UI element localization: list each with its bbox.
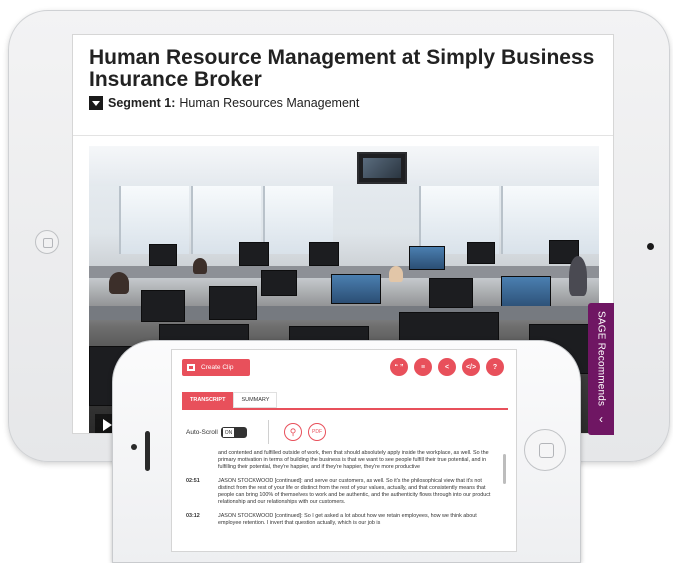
tablet-camera bbox=[647, 243, 654, 250]
autoscroll-control: Auto-Scroll ON bbox=[186, 427, 247, 438]
video-frame-monitor bbox=[309, 242, 339, 266]
segment-selector[interactable]: Segment 1: Human Resources Management bbox=[89, 96, 359, 110]
search-icon[interactable]: ⚲ bbox=[284, 423, 302, 441]
create-clip-label: Create Clip bbox=[201, 364, 234, 371]
video-frame-tv bbox=[357, 152, 407, 184]
transcript-panel: and contented and fulfilled outside of w… bbox=[186, 450, 502, 551]
divider bbox=[268, 420, 269, 444]
transcript-text: and contented and fulfilled outside of w… bbox=[218, 450, 489, 470]
video-frame-monitor bbox=[409, 246, 445, 270]
video-frame-monitor bbox=[149, 244, 177, 266]
video-title: Human Resource Management at Simply Busi… bbox=[89, 46, 595, 91]
tab-bar: TRANSCRIPT SUMMARY bbox=[182, 392, 278, 408]
video-frame-ceiling bbox=[89, 146, 599, 186]
sage-recommends-tab[interactable]: SAGE Recommends ‹ bbox=[588, 303, 614, 435]
phone-camera bbox=[131, 444, 137, 450]
toolbar: “ ” ≡ < </> ? bbox=[390, 358, 510, 376]
video-frame-person bbox=[193, 258, 207, 274]
transcript-row: and contented and fulfilled outside of w… bbox=[186, 450, 502, 471]
list-icon[interactable]: ≡ bbox=[414, 358, 432, 376]
transcript-text: JASON STOCKWOOD [continued]: and serve o… bbox=[218, 478, 491, 505]
share-icon[interactable]: < bbox=[438, 358, 456, 376]
video-frame-person bbox=[109, 272, 129, 294]
video-frame-monitor bbox=[141, 290, 185, 322]
transcript-time[interactable] bbox=[186, 450, 218, 471]
transcript-text: JASON STOCKWOOD [continued]: So I get as… bbox=[218, 513, 477, 526]
pdf-icon[interactable]: PDF bbox=[308, 423, 326, 441]
video-frame-monitor bbox=[331, 274, 381, 304]
tab-summary[interactable]: SUMMARY bbox=[233, 392, 278, 408]
transcript-time[interactable]: 03:12 bbox=[186, 513, 218, 527]
chevron-down-icon[interactable] bbox=[89, 96, 103, 110]
video-frame-monitor bbox=[239, 242, 269, 266]
autoscroll-label: Auto-Scroll bbox=[186, 429, 218, 436]
tab-underline bbox=[182, 408, 508, 410]
transcript-row: 02:51 JASON STOCKWOOD [continued]: and s… bbox=[186, 478, 502, 506]
autoscroll-toggle[interactable]: ON bbox=[220, 427, 247, 438]
transcript-row: 03:12 JASON STOCKWOOD [continued]: So I … bbox=[186, 513, 502, 527]
phone-home-button[interactable] bbox=[524, 429, 566, 471]
video-frame-monitor bbox=[501, 276, 551, 310]
tab-transcript[interactable]: TRANSCRIPT bbox=[182, 392, 234, 408]
create-clip-button[interactable]: Create Clip bbox=[182, 359, 250, 376]
video-frame-person bbox=[389, 266, 403, 282]
tablet-home-button[interactable] bbox=[35, 230, 59, 254]
sage-recommends-label: SAGE Recommends bbox=[595, 311, 607, 407]
video-frame-monitor bbox=[467, 242, 495, 264]
video-frame-person bbox=[569, 256, 587, 296]
segment-name: Human Resources Management bbox=[179, 96, 360, 110]
video-frame-monitor bbox=[209, 286, 257, 320]
phone-screen: Create Clip “ ” ≡ < </> ? TRANSCRIPT SUM… bbox=[171, 349, 517, 552]
quote-icon[interactable]: “ ” bbox=[390, 358, 408, 376]
video-frame-monitor bbox=[261, 270, 297, 296]
scrollbar[interactable] bbox=[503, 454, 506, 484]
divider bbox=[73, 135, 613, 136]
video-frame-monitor bbox=[429, 278, 473, 308]
transcript-time[interactable]: 02:51 bbox=[186, 478, 218, 506]
chevron-left-icon: ‹ bbox=[599, 412, 603, 426]
clip-icon bbox=[187, 364, 195, 371]
help-icon[interactable]: ? bbox=[486, 358, 504, 376]
toggle-state: ON bbox=[222, 428, 235, 437]
segment-prefix: Segment 1: bbox=[108, 96, 176, 110]
phone-speaker bbox=[145, 431, 150, 471]
embed-icon[interactable]: </> bbox=[462, 358, 480, 376]
